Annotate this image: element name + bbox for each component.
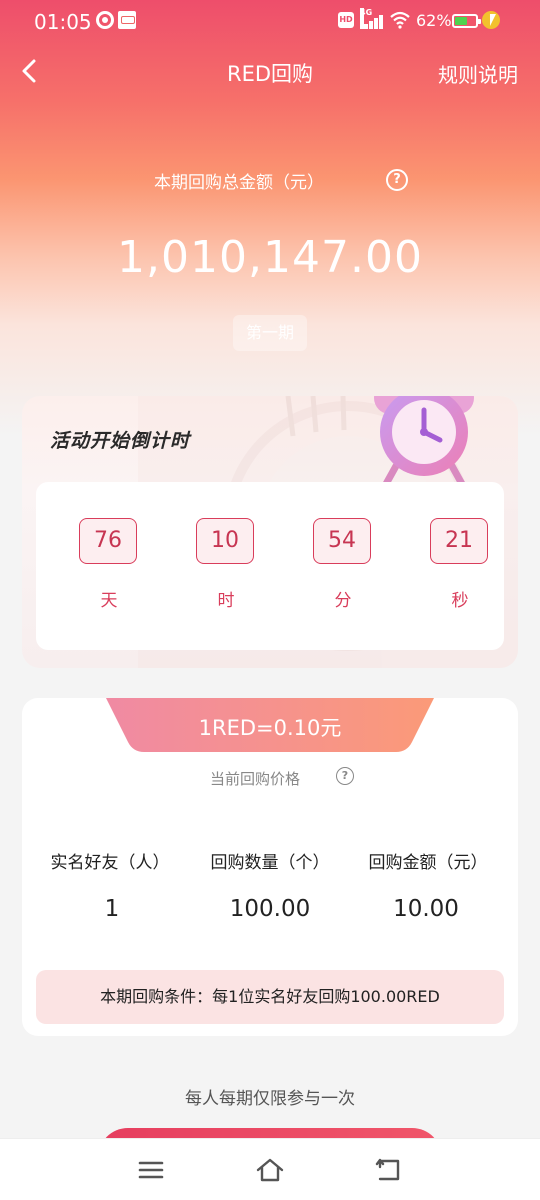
app-notification-icon [118, 11, 136, 29]
battery-level [455, 17, 467, 25]
battery-percent: 62% [416, 11, 452, 30]
back-nav-icon[interactable] [374, 1155, 404, 1185]
countdown-seconds: 21 秒 [430, 518, 490, 611]
amount-value: 10.00 [393, 896, 459, 922]
page: 01:05 HD 4G 62% RED回购 规则说明 本期回购总金额（元） ? … [0, 0, 540, 1200]
browser-notification-icon [96, 11, 114, 29]
countdown-seconds-unit: 秒 [451, 591, 469, 611]
countdown-title: 活动开始倒计时 [50, 430, 191, 452]
countdown-minutes: 54 分 [313, 518, 373, 611]
total-help-icon[interactable]: ? [386, 169, 408, 191]
charging-icon [482, 11, 500, 29]
home-icon[interactable] [255, 1155, 285, 1185]
countdown-seconds-value: 21 [430, 518, 488, 564]
total-amount: 1,010,147.00 [117, 232, 423, 283]
friends-header: 实名好友（人） [50, 853, 170, 873]
rules-link[interactable]: 规则说明 [438, 59, 518, 88]
countdown-hours-unit: 时 [217, 591, 235, 611]
countdown-days: 76 天 [79, 518, 139, 611]
price-rate: 1RED=0.10元 [198, 716, 342, 740]
price-help-icon[interactable]: ? [336, 767, 354, 785]
buyback-price-card: 1RED=0.10元 当前回购价格 ? 实名好友（人） 回购数量（个） 回购金额… [22, 698, 518, 1036]
period-badge: 第一期 [233, 315, 307, 351]
nav-bar: RED回购 规则说明 [0, 44, 540, 98]
system-nav-bar [0, 1138, 540, 1200]
buyback-condition: 本期回购条件：每1位实名好友回购100.00RED [36, 970, 504, 1024]
countdown-hours: 10 时 [196, 518, 256, 611]
menu-icon[interactable] [136, 1155, 166, 1185]
countdown-card: 活动开始倒计时 76 天 10 时 54 分 21 秒 [22, 396, 518, 668]
signal-icon: 4G [360, 8, 384, 29]
wifi-icon [390, 11, 410, 29]
countdown-hours-value: 10 [196, 518, 254, 564]
countdown-panel: 76 天 10 时 54 分 21 秒 [36, 482, 504, 650]
amount-header: 回购金额（元） [368, 853, 488, 873]
price-subtitle: 当前回购价格 [209, 770, 300, 788]
alarm-clock-icon [374, 396, 474, 488]
battery-icon [452, 14, 481, 28]
status-time: 01:05 [34, 10, 92, 34]
total-amount-label: 本期回购总金额（元） [154, 173, 324, 193]
quantity-value: 100.00 [229, 896, 311, 922]
countdown-minutes-value: 54 [313, 518, 371, 564]
friends-value: 1 [104, 896, 120, 922]
quantity-header: 回购数量（个） [210, 853, 330, 873]
countdown-days-unit: 天 [100, 591, 118, 611]
limit-note: 每人每期仅限参与一次 [185, 1089, 355, 1109]
hd-icon: HD [338, 12, 354, 28]
countdown-days-value: 76 [79, 518, 137, 564]
countdown-minutes-unit: 分 [334, 591, 352, 611]
status-bar: 01:05 HD 4G 62% [0, 0, 540, 44]
